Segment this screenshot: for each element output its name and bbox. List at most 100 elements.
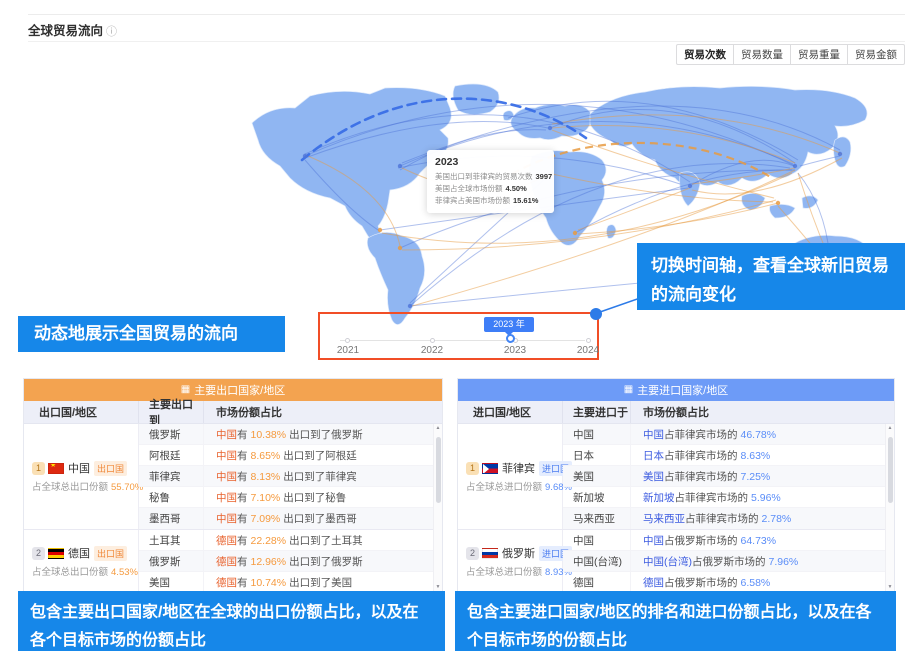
- table-row: 马来西亚 马来西亚占菲律宾市场的2.78%: [563, 508, 894, 529]
- market-share-text: 中国占菲律宾市场的46.78%: [631, 427, 894, 442]
- tab-trade-quantity[interactable]: 贸易数量: [733, 44, 791, 65]
- scroll-down-icon[interactable]: ▼: [888, 585, 893, 590]
- import-table-banner: ▦主要进口国家/地区: [458, 379, 894, 401]
- import-countries-table: ▦主要进口国家/地区 进口国/地区 主要进口于 市场份额占比 1 菲律宾 进口国…: [457, 378, 895, 593]
- table-row: 日本 日本占菲律宾市场的8.63%: [563, 445, 894, 466]
- market-share-text: 中国有8.65%出口到了阿根廷: [204, 448, 442, 463]
- market-share-text: 德国有22.28%出口到了土耳其: [204, 533, 442, 548]
- tab-trade-count[interactable]: 贸易次数: [676, 44, 734, 65]
- rank-badge: 2: [466, 547, 479, 560]
- tooltip-line: 美国出口到菲律宾的贸易次数3997: [435, 171, 546, 183]
- rank-badge: 1: [466, 462, 479, 475]
- destination-country: 秘鲁: [139, 487, 204, 507]
- timeline-track[interactable]: [340, 340, 585, 341]
- timeline-tick-2024[interactable]: [586, 338, 591, 343]
- source-country: 新加坡: [563, 487, 631, 507]
- destination-country: 美国: [139, 572, 204, 592]
- timeline-year-label[interactable]: 2024: [566, 345, 610, 356]
- exporter-group-germany: 2 德国 出口国 占全球总出口份额4.53% 土耳其 德国有22.28%出口到了…: [24, 529, 442, 592]
- table-row: 德国 德国占俄罗斯市场的6.58%: [563, 572, 894, 592]
- metric-tab-group: 贸易次数 贸易数量 贸易重量 贸易金额: [677, 44, 905, 65]
- scrollbar-thumb[interactable]: [436, 437, 441, 503]
- page-title: 全球贸易流向ⓘ: [28, 20, 117, 39]
- scroll-up-icon[interactable]: ▲: [436, 426, 441, 431]
- table-row: 中国(台湾) 中国(台湾)占俄罗斯市场的7.96%: [563, 551, 894, 572]
- market-share-text: 马来西亚占菲律宾市场的2.78%: [631, 511, 894, 526]
- market-share-text: 中国(台湾)占俄罗斯市场的7.96%: [631, 554, 894, 569]
- market-share-text: 德国有10.74%出口到了美国: [204, 575, 442, 590]
- table-row: 菲律宾 中国有8.13%出口到了菲律宾: [139, 466, 442, 487]
- tooltip-line: 美国占全球市场份额4.50%: [435, 183, 546, 195]
- country-name: 中国: [68, 460, 90, 476]
- column-header: 进口国/地区: [458, 401, 563, 423]
- tab-trade-weight[interactable]: 贸易重量: [790, 44, 848, 65]
- table-row: 秘鲁 中国有7.10%出口到了秘鲁: [139, 487, 442, 508]
- import-table-scrollbar[interactable]: ▲▼: [885, 424, 894, 592]
- market-share-text: 中国占俄罗斯市场的64.73%: [631, 533, 894, 548]
- source-country: 美国: [563, 466, 631, 486]
- column-header: 主要进口于: [563, 401, 631, 423]
- table-icon: ▦: [624, 385, 633, 395]
- column-header: 主要出口到: [139, 401, 204, 423]
- country-name: 俄罗斯: [502, 545, 535, 561]
- export-table-banner: ▦主要出口国家/地区: [24, 379, 442, 401]
- table-row: 墨西哥 中国有7.09%出口到了墨西哥: [139, 508, 442, 529]
- source-country: 日本: [563, 445, 631, 465]
- column-header: 市场份额占比: [631, 401, 894, 423]
- timeline-annotation-box: 2021 2022 2023 2024 2023 年: [318, 312, 599, 360]
- market-share-text: 中国有8.13%出口到了菲律宾: [204, 469, 442, 484]
- exporter-summary: 1 中国 出口国 占全球总出口份额55.70%: [24, 424, 139, 529]
- importer-summary: 1 菲律宾 进口国 占全球总进口份额9.68%: [458, 424, 563, 529]
- import-table-header: 进口国/地区 主要进口于 市场份额占比: [458, 401, 894, 424]
- table-row: 俄罗斯 中国有10.38%出口到了俄罗斯: [139, 424, 442, 445]
- destination-country: 俄罗斯: [139, 551, 204, 571]
- timeline-year-label[interactable]: 2022: [410, 345, 454, 356]
- market-share-text: 德国占俄罗斯市场的6.58%: [631, 575, 894, 590]
- germany-flag-icon: [48, 548, 64, 559]
- destination-country: 土耳其: [139, 530, 204, 550]
- table-row: 中国 中国占菲律宾市场的46.78%: [563, 424, 894, 445]
- table-row: 新加坡 新加坡占菲律宾市场的5.96%: [563, 487, 894, 508]
- annotation-timeline: 切换时间轴，查看全球新旧贸易的流向变化: [637, 243, 905, 310]
- info-icon[interactable]: ⓘ: [106, 26, 117, 38]
- source-country: 马来西亚: [563, 508, 631, 529]
- annotation-import-table: 包含主要进口国家/地区的排名和进口份额占比，以及在各个目标市场的份额占比: [455, 591, 896, 651]
- exporter-badge: 出口国: [94, 546, 127, 561]
- table-row: 土耳其 德国有22.28%出口到了土耳其: [139, 530, 442, 551]
- import-table-body: 1 菲律宾 进口国 占全球总进口份额9.68% 中国 中国占菲律宾市场的46.7…: [458, 424, 894, 592]
- importer-group-philippines: 1 菲律宾 进口国 占全球总进口份额9.68% 中国 中国占菲律宾市场的46.7…: [458, 424, 894, 529]
- timeline-slider-handle[interactable]: [506, 334, 515, 343]
- russia-flag-icon: [482, 548, 498, 559]
- table-row: 美国 美国占菲律宾市场的7.25%: [563, 466, 894, 487]
- market-share-text: 中国有7.10%出口到了秘鲁: [204, 490, 442, 505]
- exporter-summary: 2 德国 出口国 占全球总出口份额4.53%: [24, 530, 139, 592]
- table-row: 中国 中国占俄罗斯市场的64.73%: [563, 530, 894, 551]
- market-share-text: 新加坡占菲律宾市场的5.96%: [631, 490, 894, 505]
- timeline-year-label[interactable]: 2023: [493, 345, 537, 356]
- country-name: 菲律宾: [502, 460, 535, 476]
- destination-country: 阿根廷: [139, 445, 204, 465]
- trade-flow-panel: 全球贸易流向ⓘ 贸易次数 贸易数量 贸易重量 贸易金额: [0, 0, 913, 658]
- market-share-text: 中国有10.38%出口到了俄罗斯: [204, 427, 442, 442]
- tooltip-line: 菲律宾占美国市场份额15.61%: [435, 195, 546, 207]
- export-countries-table: ▦主要出口国家/地区 出口国/地区 主要出口到 市场份额占比 1 中国 出口国 …: [23, 378, 443, 593]
- tooltip-year: 2023: [435, 156, 546, 168]
- exporter-group-china: 1 中国 出口国 占全球总出口份额55.70% 俄罗斯 中国有10.38%出口到…: [24, 424, 442, 529]
- title-divider: [28, 41, 905, 42]
- timeline-tick-2022[interactable]: [430, 338, 435, 343]
- table-icon: ▦: [181, 385, 190, 395]
- scrollbar-thumb[interactable]: [888, 437, 893, 503]
- destination-country: 菲律宾: [139, 466, 204, 486]
- timeline-tick-2021[interactable]: [345, 338, 350, 343]
- export-table-scrollbar[interactable]: ▲▼: [433, 424, 442, 592]
- country-name: 德国: [68, 545, 90, 561]
- scroll-up-icon[interactable]: ▲: [888, 426, 893, 431]
- tab-trade-amount[interactable]: 贸易金额: [847, 44, 905, 65]
- importer-group-russia: 2 俄罗斯 进口国 占全球总进口份额8.93% 中国 中国占俄罗斯市场的64.7…: [458, 529, 894, 592]
- china-flag-icon: [48, 463, 64, 474]
- scroll-down-icon[interactable]: ▼: [436, 585, 441, 590]
- exporter-badge: 出口国: [94, 461, 127, 476]
- source-country: 中国(台湾): [563, 551, 631, 571]
- rank-badge: 1: [32, 462, 45, 475]
- timeline-year-label[interactable]: 2021: [326, 345, 370, 356]
